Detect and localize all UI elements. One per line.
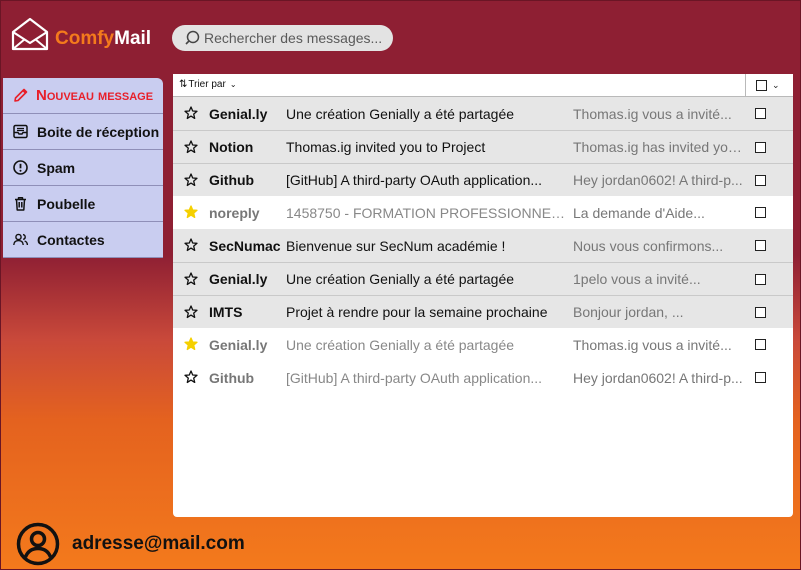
message-row[interactable]: Notion Thomas.ig invited you to Project Th… [173,130,793,163]
message-sender: Genial.ly [209,336,268,353]
message-sender: SecNumac [209,237,281,254]
sidebar-item-trash[interactable]: Poubelle [3,186,163,222]
message-checkbox[interactable] [755,339,766,350]
message-sender: Genial.ly [209,271,268,287]
message-row[interactable]: Github [GitHub] A third-party OAuth appli… [173,361,793,394]
sort-dropdown[interactable]: ⇅ Trier par ⌄ [179,79,237,90]
star-icon[interactable] [184,238,198,252]
star-icon[interactable] [184,337,198,351]
message-preview: Nous vous confirmons... [573,237,724,254]
message-subject: Thomas.ig invited you to Project [286,139,486,155]
message-row[interactable]: Github [GitHub] A third-party OAuth appli… [173,163,793,196]
message-checkbox[interactable] [755,307,766,318]
message-checkbox[interactable] [755,372,766,383]
message-checkbox[interactable] [755,207,766,218]
message-sender: Notion [209,139,254,155]
message-sender: Genial.ly [209,105,268,122]
message-list: Genial.ly Une création Genially a été par… [173,97,793,394]
message-subject: [GitHub] A third-party OAuth application… [286,172,543,188]
chevron-down-icon[interactable]: ⌄ [772,80,780,91]
message-checkbox[interactable] [755,274,766,285]
users-icon [11,231,29,249]
sidebar-item-label: Contactes [37,231,105,248]
chevron-down-icon: ⌄ [229,80,237,89]
message-list-panel: ⇅ Trier par ⌄ ⌄ Genial.ly Une création Ge… [173,74,793,517]
star-icon[interactable] [184,106,198,120]
message-row[interactable]: SecNumac Bienvenue sur SecNum académie ! N… [173,229,793,262]
message-preview: Thomas.ig vous a invité... [573,105,732,122]
message-subject: 1458750 - FORMATION PROFESSIONNELLE [286,204,569,221]
message-sender: Github [209,369,255,386]
star-icon[interactable] [184,173,198,187]
star-icon[interactable] [184,205,198,219]
sidebar-item-spam[interactable]: Spam [3,150,163,186]
message-checkbox[interactable] [755,240,766,251]
search-icon [185,30,200,45]
star-icon[interactable] [184,140,198,154]
account-email: adresse@mail.com [72,533,245,554]
message-subject: Une création Genially a été partagée [286,336,515,353]
star-icon[interactable] [184,272,198,286]
sort-label: Trier par [188,79,226,90]
message-row[interactable]: Genial.ly Une création Genially a été par… [173,262,793,295]
search-bar[interactable] [172,25,393,51]
message-row[interactable]: Genial.ly Une création Genially a été par… [173,97,793,130]
inbox-icon [11,123,29,141]
star-icon[interactable] [184,305,198,319]
sidebar-item-label: Poubelle [37,195,96,212]
app-name: ComfyMail [55,28,152,49]
alert-circle-icon [11,159,29,177]
message-subject: Une création Genially a été partagée [286,105,515,122]
trash-icon [11,195,29,213]
account-footer[interactable]: adresse@mail.com [16,522,245,566]
message-subject: Projet à rendre pour la semaine prochain… [286,304,548,320]
sort-arrows-icon: ⇅ [179,79,188,90]
message-checkbox[interactable] [755,175,766,186]
message-subject: Bienvenue sur SecNum académie ! [286,237,506,254]
app-logo[interactable]: ComfyMail [11,17,151,51]
new-message-label: Nouveau message [36,87,154,104]
star-icon[interactable] [184,370,198,384]
search-input[interactable] [204,30,384,46]
message-preview: La demande d'Aide... [573,204,705,221]
message-row[interactable]: IMTS Projet à rendre pour la semaine proc… [173,295,793,328]
list-toolbar: ⇅ Trier par ⌄ ⌄ [173,74,793,97]
message-row[interactable]: noreply 1458750 - FORMATION PROFESSIONNEL… [173,196,793,229]
sidebar-item-inbox[interactable]: Boite de réception [3,114,163,150]
message-row[interactable]: Genial.ly Une création Genially a été par… [173,328,793,361]
sidebar: Nouveau message Boite de réception Spam … [3,78,163,258]
pencil-icon [11,87,29,105]
message-checkbox[interactable] [755,142,766,153]
sidebar-item-label: Spam [37,159,76,176]
select-all-control[interactable]: ⌄ [745,74,793,97]
message-preview: 1pelo vous a invité... [573,271,701,287]
message-checkbox[interactable] [755,108,766,119]
user-circle-icon[interactable] [16,522,60,566]
message-subject: [GitHub] A third-party OAuth application… [286,369,543,386]
message-preview: Thomas.ig has invited you... [573,139,747,155]
sidebar-item-label: Boite de réception [37,123,160,140]
message-preview: Bonjour jordan, ... [573,304,684,320]
message-preview: Hey jordan0602! A third-p... [573,172,743,188]
sidebar-item-contacts[interactable]: Contactes [3,222,163,258]
envelope-house-icon [11,17,49,51]
message-sender: IMTS [209,304,243,320]
message-preview: Hey jordan0602! A third-p... [573,369,743,386]
message-sender: Github [209,172,255,188]
message-sender: noreply [209,204,260,221]
message-subject: Une création Genially a été partagée [286,271,515,287]
checkbox-icon[interactable] [756,80,767,91]
new-message-button[interactable]: Nouveau message [3,78,163,114]
message-preview: Thomas.ig vous a invité... [573,336,732,353]
